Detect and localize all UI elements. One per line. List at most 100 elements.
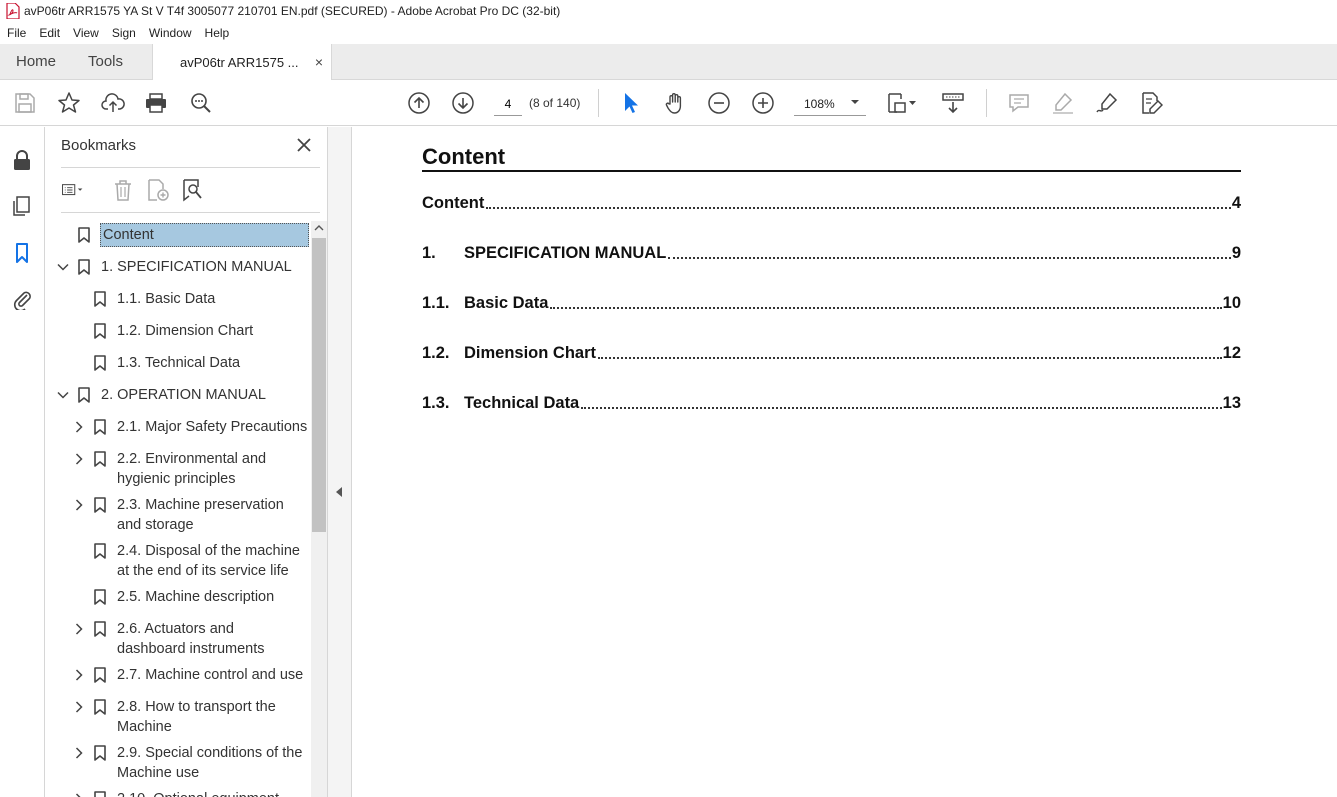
bookmark-item[interactable]: 2.2. Environmental and hygienic principl…: [45, 445, 311, 491]
window-title: avP06tr ARR1575 YA St V T4f 3005077 2107…: [24, 4, 561, 18]
lock-icon[interactable]: [11, 149, 33, 171]
toc-entry[interactable]: 1.3. Technical Data 13: [422, 391, 1241, 413]
bookmark-item[interactable]: 2.10. Optional equipment: [45, 785, 311, 797]
chevron-right-icon[interactable]: [73, 623, 85, 635]
bookmark-icon: [78, 259, 90, 275]
chevron-right-icon[interactable]: [73, 499, 85, 511]
bookmark-item[interactable]: 2.3. Machine preservation and storage: [45, 491, 311, 537]
bookmark-label: 2.5. Machine description: [117, 589, 275, 605]
chevron-right-icon[interactable]: [73, 747, 85, 759]
tab-home[interactable]: Home: [16, 44, 56, 80]
options-list-icon[interactable]: [61, 177, 87, 203]
toc-entry-number: 1.1.: [422, 294, 450, 312]
bookmark-item[interactable]: 2.9. Special conditions of the Machine u…: [45, 739, 311, 785]
bookmark-icon: [94, 621, 106, 637]
page-thumbnails-icon[interactable]: [11, 195, 33, 217]
bookmark-icon: [94, 589, 106, 605]
toc-leader-dots: [668, 257, 1231, 259]
toc-entry[interactable]: 1.2. Dimension Chart 12: [422, 341, 1241, 363]
chevron-down-icon[interactable]: [57, 261, 69, 273]
collapse-panel-icon[interactable]: [336, 487, 342, 497]
save-icon[interactable]: [13, 91, 37, 115]
tab-document[interactable]: avP06tr ARR1575 ... ×: [152, 44, 332, 81]
menu-view[interactable]: View: [66, 26, 105, 40]
print-icon[interactable]: [144, 91, 168, 115]
tab-close-icon[interactable]: ×: [315, 54, 323, 70]
toolbar-divider: [986, 89, 987, 117]
menu-edit[interactable]: Edit: [32, 26, 66, 40]
comment-icon[interactable]: [1007, 91, 1031, 115]
new-bookmark-icon[interactable]: [145, 177, 171, 203]
menu-bar: File Edit View Sign Window Help: [0, 22, 1337, 44]
edit-pdf-icon[interactable]: [1139, 91, 1163, 115]
bookmark-label: 2.9. Special conditions of the Machine u…: [117, 745, 303, 781]
toc-entry-text: Content: [422, 194, 485, 212]
document-scrollbar[interactable]: [1332, 127, 1337, 797]
toc-entry[interactable]: 1. SPECIFICATION MANUAL 9: [422, 241, 1241, 263]
menu-sign[interactable]: Sign: [105, 26, 142, 40]
bookmark-item[interactable]: 1.3. Technical Data: [45, 349, 311, 381]
chevron-right-icon[interactable]: [73, 453, 85, 465]
bookmark-icon: [78, 227, 90, 243]
page-count: (8 of 140): [529, 96, 581, 110]
chevron-right-icon[interactable]: [73, 701, 85, 713]
toc-entry-number: 1.3.: [422, 394, 450, 412]
bookmark-label: 2.4. Disposal of the machine at the end …: [117, 543, 300, 579]
bookmark-item[interactable]: 2. OPERATION MANUAL: [45, 381, 311, 413]
bookmark-item[interactable]: 2.5. Machine description: [45, 583, 311, 615]
bookmark-label: 1.1. Basic Data: [117, 291, 216, 307]
close-icon[interactable]: [296, 137, 312, 153]
select-cursor-icon[interactable]: [619, 91, 643, 115]
hand-tool-icon[interactable]: [663, 91, 687, 115]
chevron-down-icon[interactable]: [57, 389, 69, 401]
page-number-input[interactable]: [494, 92, 522, 116]
toc-entry-text: SPECIFICATION MANUAL: [464, 244, 667, 262]
menu-help[interactable]: Help: [198, 26, 236, 40]
panel-splitter[interactable]: [327, 127, 352, 797]
scrollbar-thumb[interactable]: [312, 238, 326, 532]
bookmark-label: Content: [100, 223, 309, 247]
attachment-paperclip-icon[interactable]: [11, 288, 33, 310]
bookmark-label: 2.8. How to transport the Machine: [117, 699, 276, 735]
toc-entry[interactable]: Content 4: [422, 191, 1241, 213]
navigation-rail: [0, 127, 45, 797]
title-bar: avP06tr ARR1575 YA St V T4f 3005077 2107…: [0, 0, 1337, 22]
toc-entry-text: Technical Data: [464, 394, 580, 412]
scroll-mode-icon[interactable]: [941, 91, 965, 115]
bookmark-panel-icon[interactable]: [11, 242, 33, 264]
zoom-in-icon[interactable]: [751, 91, 775, 115]
chevron-right-icon[interactable]: [73, 421, 85, 433]
zoom-level-select[interactable]: 108%: [794, 92, 866, 116]
bookmark-item[interactable]: 2.1. Major Safety Precautions: [45, 413, 311, 445]
bookmark-item[interactable]: 1. SPECIFICATION MANUAL: [45, 253, 311, 285]
zoom-out-icon[interactable]: [707, 91, 731, 115]
draw-sign-icon[interactable]: [1095, 91, 1119, 115]
next-page-icon[interactable]: [451, 91, 475, 115]
chevron-up-icon[interactable]: [313, 222, 325, 234]
bookmark-item[interactable]: Content: [45, 221, 311, 253]
tab-tools[interactable]: Tools: [88, 44, 123, 80]
bookmark-icon: [94, 355, 106, 371]
menu-file[interactable]: File: [0, 26, 32, 40]
bookmark-item[interactable]: 1.2. Dimension Chart: [45, 317, 311, 349]
highlight-pen-icon[interactable]: [1051, 91, 1075, 115]
toc-entry[interactable]: 1.1. Basic Data 10: [422, 291, 1241, 313]
bookmark-label: 1. SPECIFICATION MANUAL: [101, 259, 292, 275]
menu-window[interactable]: Window: [142, 26, 198, 40]
previous-page-icon[interactable]: [407, 91, 431, 115]
bookmark-item[interactable]: 2.4. Disposal of the machine at the end …: [45, 537, 311, 583]
find-bookmark-icon[interactable]: [180, 177, 206, 203]
bookmark-item[interactable]: 2.7. Machine control and use: [45, 661, 311, 693]
chevron-right-icon[interactable]: [73, 669, 85, 681]
toc-leader-dots: [486, 207, 1231, 209]
bookmark-item[interactable]: 2.6. Actuators and dashboard instruments: [45, 615, 311, 661]
bookmark-item[interactable]: 1.1. Basic Data: [45, 285, 311, 317]
toc-entry-number: 1.: [422, 244, 436, 262]
star-bookmark-icon[interactable]: [57, 91, 81, 115]
page-view-icon[interactable]: [885, 91, 921, 115]
delete-trash-icon[interactable]: [110, 177, 136, 203]
find-zoom-icon[interactable]: [189, 91, 213, 115]
upload-cloud-icon[interactable]: [101, 91, 125, 115]
chevron-right-icon[interactable]: [73, 793, 85, 797]
bookmark-item[interactable]: 2.8. How to transport the Machine: [45, 693, 311, 739]
